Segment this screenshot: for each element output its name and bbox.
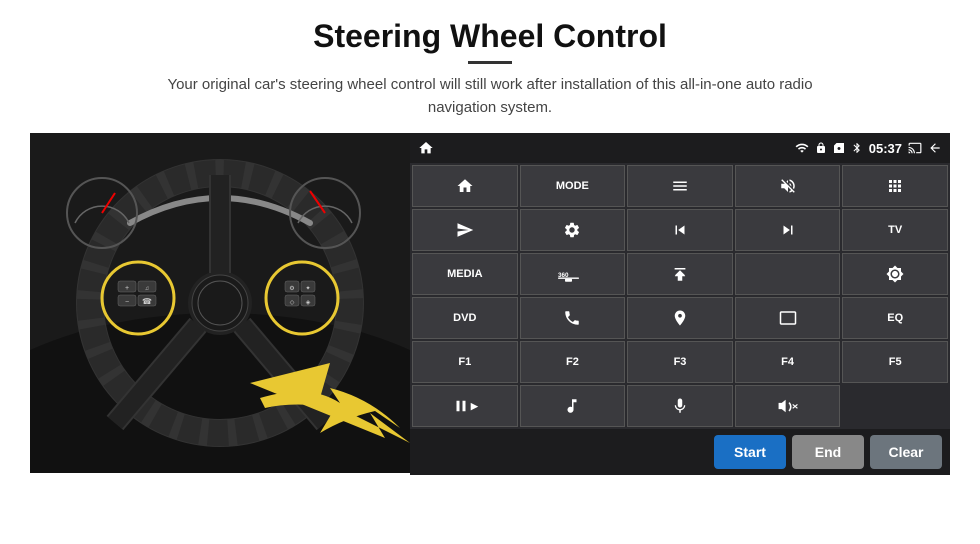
- btn-f1[interactable]: F1: [412, 341, 518, 383]
- btn-music[interactable]: [520, 385, 626, 427]
- clear-button[interactable]: Clear: [870, 435, 942, 469]
- btn-playpause[interactable]: ▶: [412, 385, 518, 427]
- svg-text:−: −: [125, 299, 129, 306]
- svg-text:✦: ✦: [305, 285, 310, 292]
- btn-f3[interactable]: F3: [627, 341, 733, 383]
- status-time: 05:37: [869, 141, 902, 156]
- btn-settings[interactable]: [520, 209, 626, 251]
- btn-f5[interactable]: F5: [842, 341, 948, 383]
- svg-text:⚙: ⚙: [289, 285, 294, 292]
- title-divider: [468, 61, 512, 64]
- steering-wheel-image: + − ♫ ☎ ⚙ ◇ ✦ ◈: [30, 133, 410, 473]
- svg-text:◇: ◇: [290, 300, 295, 306]
- btn-f4[interactable]: F4: [735, 341, 841, 383]
- btn-next[interactable]: [735, 209, 841, 251]
- btn-mute[interactable]: [735, 165, 841, 207]
- btn-home[interactable]: [412, 165, 518, 207]
- btn-navi[interactable]: [627, 297, 733, 339]
- btn-send[interactable]: [412, 209, 518, 251]
- end-button[interactable]: End: [792, 435, 864, 469]
- control-panel: 05:37 MODE: [410, 133, 950, 475]
- svg-text:+: +: [125, 285, 129, 292]
- btn-dvd[interactable]: DVD: [412, 297, 518, 339]
- start-button[interactable]: Start: [714, 435, 786, 469]
- page-subtitle: Your original car's steering wheel contr…: [150, 74, 830, 119]
- btn-mic[interactable]: [627, 385, 733, 427]
- btn-media[interactable]: MEDIA: [412, 253, 518, 295]
- btn-phone[interactable]: [520, 297, 626, 339]
- btn-tv[interactable]: TV: [842, 209, 948, 251]
- status-bar-right: 05:37: [795, 141, 942, 156]
- status-bar: 05:37: [410, 133, 950, 163]
- btn-360[interactable]: 360: [520, 253, 626, 295]
- status-bar-left: [418, 140, 434, 156]
- btn-prev[interactable]: [627, 209, 733, 251]
- svg-text:☎: ☎: [142, 297, 152, 306]
- btn-bright[interactable]: [842, 253, 948, 295]
- btn-apps[interactable]: [842, 165, 948, 207]
- btn-f2[interactable]: F2: [520, 341, 626, 383]
- button-grid: MODE: [410, 163, 950, 429]
- btn-screen[interactable]: [735, 297, 841, 339]
- btn-vol[interactable]: [735, 385, 841, 427]
- action-bar: Start End Clear: [410, 429, 950, 475]
- btn-eq[interactable]: EQ: [842, 297, 948, 339]
- svg-text:♫: ♫: [145, 286, 150, 292]
- svg-text:◈: ◈: [306, 300, 311, 306]
- btn-radio[interactable]: [735, 253, 841, 295]
- btn-menu[interactable]: [627, 165, 733, 207]
- btn-mode[interactable]: MODE: [520, 165, 626, 207]
- page-title: Steering Wheel Control: [313, 18, 667, 55]
- btn-eject[interactable]: [627, 253, 733, 295]
